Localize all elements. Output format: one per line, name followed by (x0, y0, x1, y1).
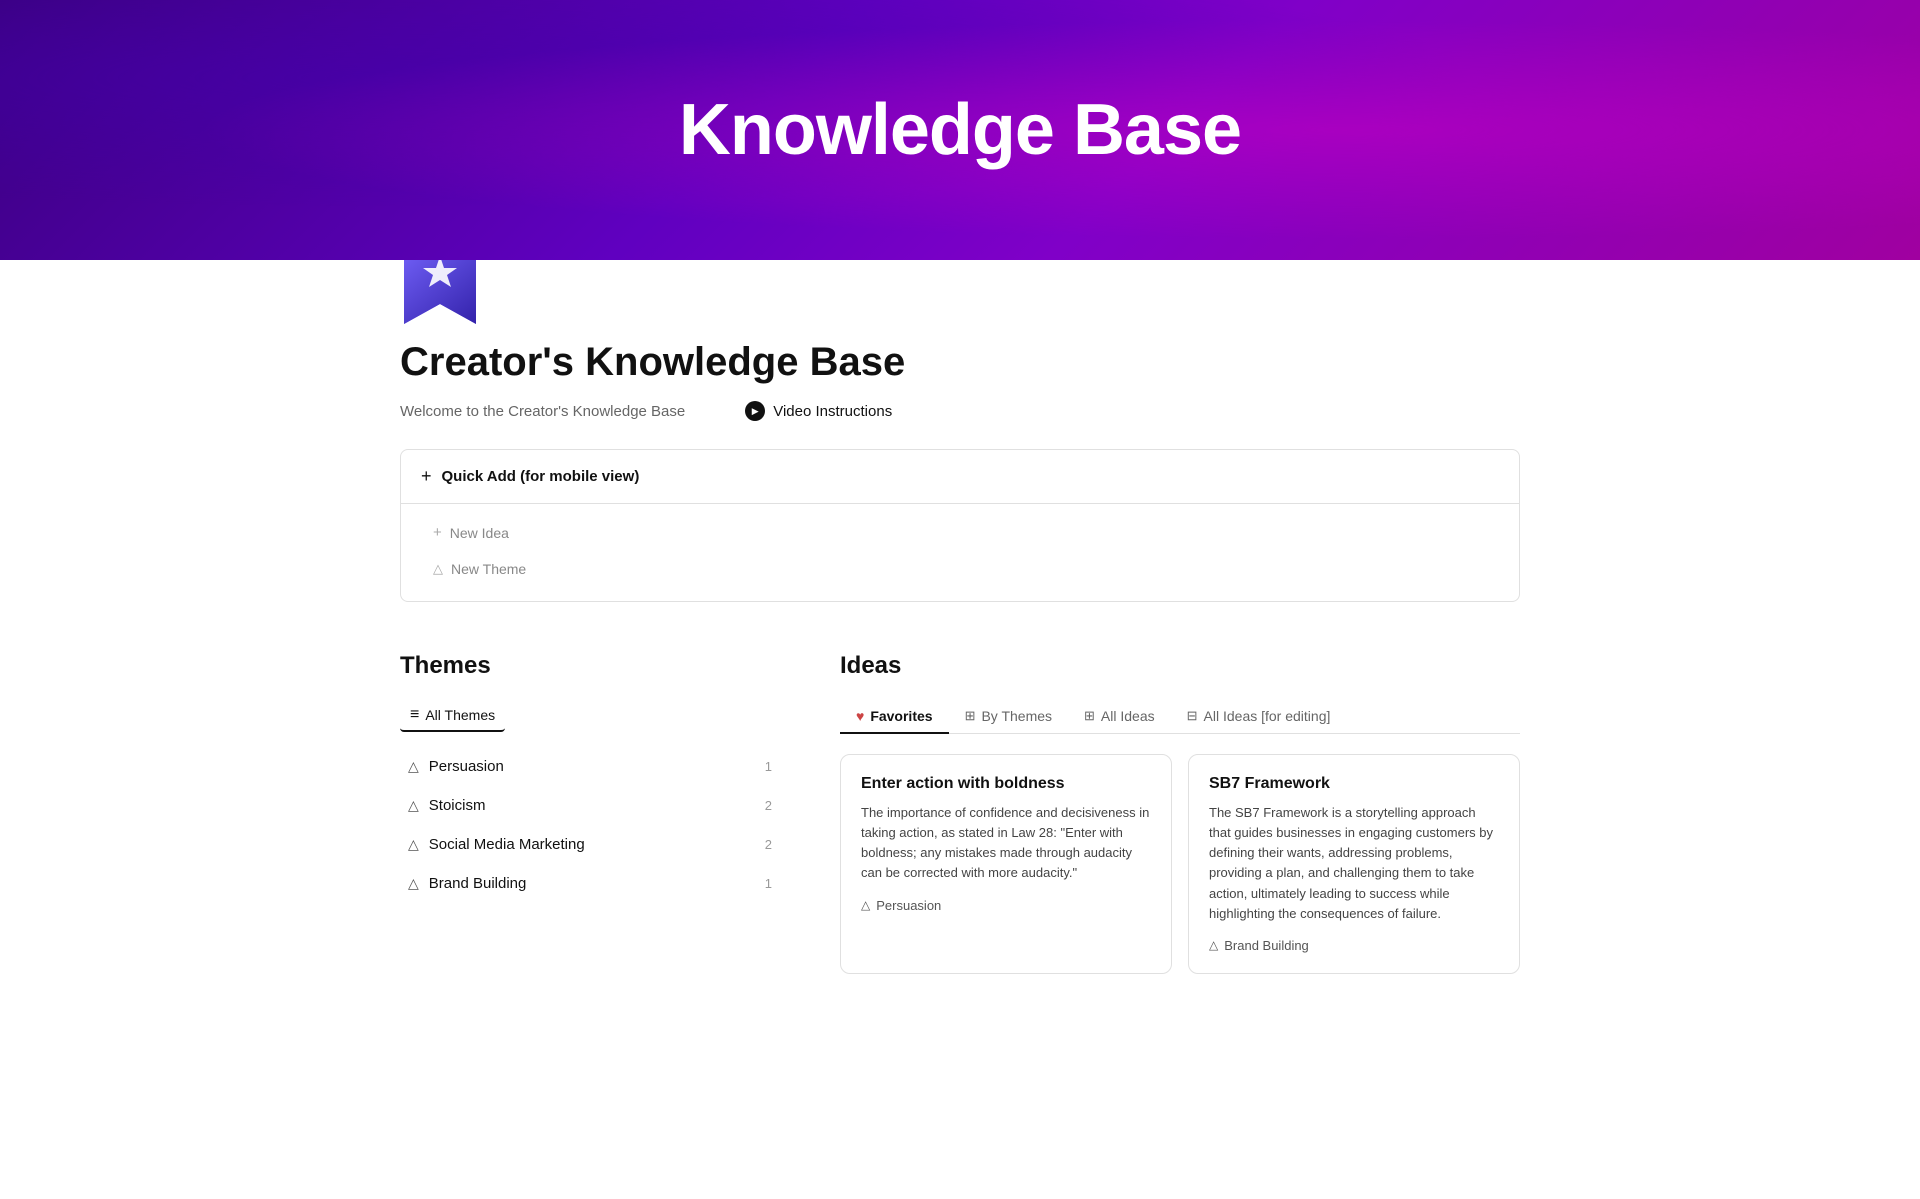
all-themes-label: All Themes (425, 707, 495, 723)
theme-name: Persuasion (429, 758, 504, 775)
idea-card-0: Enter action with boldness The importanc… (840, 754, 1172, 974)
card-tag-0: △ Persuasion (861, 898, 1151, 913)
theme-triangle-icon: △ (408, 875, 419, 892)
card-title-1: SB7 Framework (1209, 775, 1499, 793)
plus-icon: + (421, 466, 432, 487)
grid-icon-all: ⊞ (1084, 708, 1095, 724)
tab-all-ideas[interactable]: ⊞ All Ideas (1068, 700, 1171, 734)
theme-name: Social Media Marketing (429, 836, 585, 853)
tab-all-ideas-editing-label: All Ideas [for editing] (1204, 708, 1331, 724)
quick-add-box: + Quick Add (for mobile view) + New Idea… (400, 449, 1520, 602)
table-icon: ⊟ (1187, 708, 1198, 724)
ideas-section: Ideas ♥ Favorites ⊞ By Themes ⊞ All Idea… (840, 652, 1520, 974)
list-icon: ≡ (410, 706, 419, 724)
tab-all-ideas-editing[interactable]: ⊟ All Ideas [for editing] (1171, 700, 1347, 734)
theme-item-brand-building[interactable]: △ Brand Building 1 (400, 865, 780, 902)
theme-triangle-icon: △ (408, 797, 419, 814)
page-subtitle: Welcome to the Creator's Knowledge Base (400, 403, 685, 420)
theme-count: 2 (765, 837, 772, 852)
new-theme-label: New Theme (451, 561, 526, 577)
video-instructions-link[interactable]: ▶ Video Instructions (745, 401, 892, 421)
theme-item-persuasion[interactable]: △ Persuasion 1 (400, 748, 780, 785)
theme-count: 1 (765, 759, 772, 774)
tab-favorites-label: Favorites (870, 708, 932, 724)
new-idea-plus-icon: + (433, 524, 442, 541)
quick-add-header[interactable]: + Quick Add (for mobile view) (401, 450, 1519, 504)
theme-list: △ Persuasion 1 △ Stoicism 2 △ Social Med (400, 748, 780, 902)
theme-count: 1 (765, 876, 772, 891)
quick-add-label: Quick Add (for mobile view) (442, 468, 640, 485)
theme-item-social-media[interactable]: △ Social Media Marketing 2 (400, 826, 780, 863)
tab-all-ideas-label: All Ideas (1101, 708, 1155, 724)
theme-name: Brand Building (429, 875, 527, 892)
tab-by-themes-label: By Themes (981, 708, 1052, 724)
play-icon: ▶ (745, 401, 765, 421)
tab-all-themes[interactable]: ≡ All Themes (400, 700, 505, 732)
tag-triangle-icon: △ (1209, 938, 1218, 952)
quick-add-body: + New Idea △ New Theme (401, 504, 1519, 601)
theme-count: 2 (765, 798, 772, 813)
heart-icon: ♥ (856, 708, 864, 724)
new-idea-label: New Idea (450, 525, 509, 541)
page-title: Creator's Knowledge Base (400, 340, 1520, 385)
card-title-0: Enter action with boldness (861, 775, 1151, 793)
card-body-0: The importance of confidence and decisiv… (861, 803, 1151, 884)
themes-title: Themes (400, 652, 780, 680)
theme-triangle-icon: △ (408, 836, 419, 853)
tab-favorites[interactable]: ♥ Favorites (840, 700, 949, 734)
grid-icon-themes: ⊞ (965, 708, 976, 724)
card-tag-1: △ Brand Building (1209, 938, 1499, 953)
video-link-label: Video Instructions (773, 403, 892, 420)
card-body-1: The SB7 Framework is a storytelling appr… (1209, 803, 1499, 924)
themes-tabs: ≡ All Themes (400, 700, 780, 732)
tab-by-themes[interactable]: ⊞ By Themes (949, 700, 1068, 734)
new-theme-button[interactable]: △ New Theme (421, 553, 1499, 585)
ideas-title: Ideas (840, 652, 1520, 680)
themes-section: Themes ≡ All Themes △ Persuasion 1 (400, 652, 780, 974)
theme-item-stoicism[interactable]: △ Stoicism 2 (400, 787, 780, 824)
tag-triangle-icon: △ (861, 898, 870, 912)
new-theme-triangle-icon: △ (433, 561, 443, 577)
tag-label-0: Persuasion (876, 898, 941, 913)
ideas-cards: Enter action with boldness The importanc… (840, 754, 1520, 974)
idea-card-1: SB7 Framework The SB7 Framework is a sto… (1188, 754, 1520, 974)
header-title: Knowledge Base (679, 89, 1241, 171)
theme-name: Stoicism (429, 797, 486, 814)
content-area: Creator's Knowledge Base Welcome to the … (310, 240, 1610, 1034)
ideas-tabs: ♥ Favorites ⊞ By Themes ⊞ All Ideas ⊟ Al… (840, 700, 1520, 734)
header-banner: Knowledge Base (0, 0, 1920, 260)
tag-label-1: Brand Building (1224, 938, 1309, 953)
theme-triangle-icon: △ (408, 758, 419, 775)
main-columns: Themes ≡ All Themes △ Persuasion 1 (400, 652, 1520, 974)
new-idea-button[interactable]: + New Idea (421, 516, 1499, 549)
subtitle-row: Welcome to the Creator's Knowledge Base … (400, 401, 1520, 421)
